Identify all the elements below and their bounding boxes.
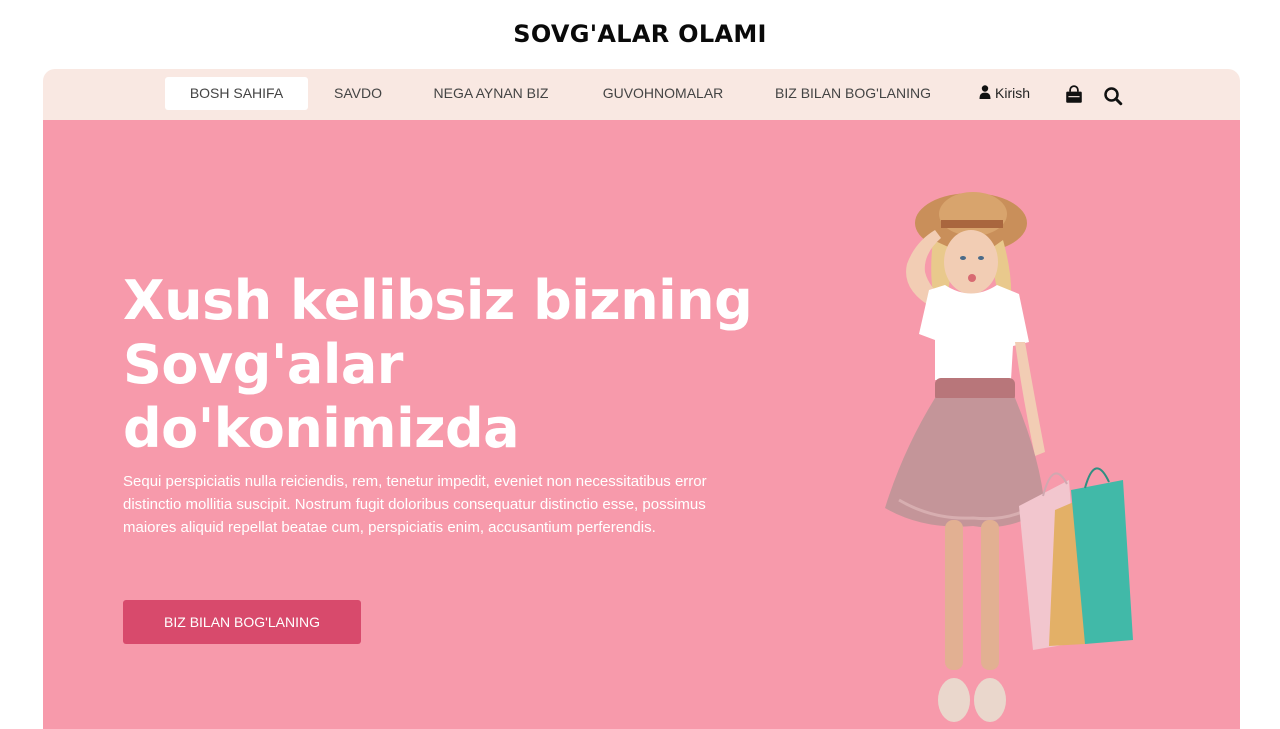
girl-with-shopping-bags-image — [885, 192, 1133, 722]
hero-heading-line: do'konimizda — [123, 397, 520, 460]
hero-description: Sequi perspiciatis nulla reiciendis, rem… — [123, 473, 707, 536]
nav-item-shop[interactable]: SAVDO — [324, 77, 392, 110]
shopping-bag-icon[interactable] — [1064, 85, 1084, 105]
nav-item-home[interactable]: BOSH SAHIFA — [165, 77, 308, 110]
login-link[interactable]: Kirish — [979, 77, 1049, 110]
user-icon — [979, 85, 991, 99]
hero-heading-line: Xush kelibsiz bizning — [123, 269, 753, 332]
hero-section: Xush kelibsiz bizning Sovg'alar do'konim… — [43, 120, 1240, 729]
search-icon[interactable] — [1103, 86, 1123, 106]
nav-item-contact[interactable]: BIZ BILAN BOG'LANING — [768, 77, 938, 110]
hero-heading: Xush kelibsiz bizning Sovg'alar do'konim… — [123, 269, 763, 461]
contact-button[interactable]: BIZ BILAN BOG'LANING — [123, 600, 361, 644]
hero-heading-line: Sovg'alar — [123, 333, 403, 396]
nav-item-testimonials[interactable]: GUVOHNOMALAR — [590, 77, 736, 110]
main-navbar: BOSH SAHIFA SAVDO NEGA AYNAN BIZ GUVOHNO… — [43, 69, 1240, 120]
site-title: SOVG'ALAR OLAMI — [513, 20, 767, 48]
login-label: Kirish — [995, 85, 1031, 101]
nav-item-why-us[interactable]: NEGA AYNAN BIZ — [423, 77, 559, 110]
